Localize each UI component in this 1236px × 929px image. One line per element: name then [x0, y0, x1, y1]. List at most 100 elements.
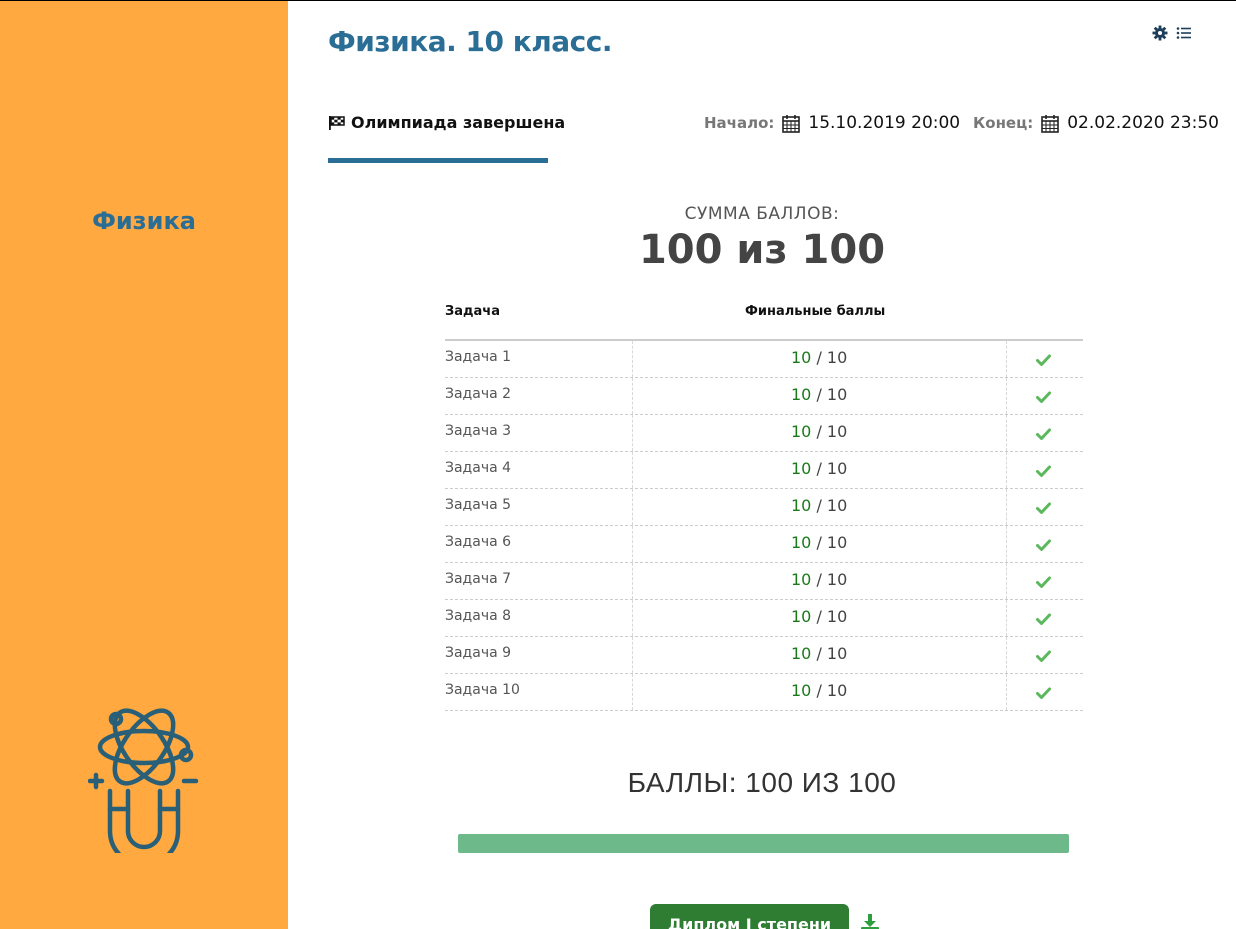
- cell-divider: [1006, 489, 1007, 525]
- start-date: Начало: 15.10.2019 20:00: [704, 113, 960, 133]
- list-icon[interactable]: [1176, 26, 1192, 40]
- results-table: Задача Финальные баллы Задача 1 10 / 10 За…: [445, 297, 1083, 711]
- score-max: / 10: [816, 570, 848, 589]
- score-earned: 10: [791, 385, 812, 404]
- check-icon: [1036, 388, 1051, 407]
- cell-divider: [1006, 637, 1007, 673]
- task-name: Задача 5: [445, 497, 512, 513]
- end-date: Конец: 02.02.2020 23:50: [973, 113, 1219, 133]
- cell-divider: [1006, 452, 1007, 488]
- score-max: / 10: [816, 496, 848, 515]
- task-name: Задача 9: [445, 645, 512, 661]
- score-earned: 10: [791, 644, 812, 663]
- task-score: 10 / 10: [791, 348, 847, 367]
- cell-divider: [1006, 600, 1007, 636]
- cell-divider: [1006, 378, 1007, 414]
- header-final-score: Финальные баллы: [745, 304, 886, 319]
- end-label: Конец:: [973, 114, 1034, 132]
- task-score: 10 / 10: [791, 607, 847, 626]
- score-earned: 10: [791, 570, 812, 589]
- score-earned: 10: [791, 607, 812, 626]
- score-max: / 10: [816, 459, 848, 478]
- task-name: Задача 10: [445, 682, 520, 698]
- table-row: Задача 7 10 / 10: [445, 563, 1083, 600]
- task-name: Задача 1: [445, 349, 512, 365]
- table-row: Задача 1 10 / 10: [445, 341, 1083, 378]
- calendar-icon: [782, 114, 801, 133]
- sidebar: Физика: [0, 1, 288, 929]
- cell-divider: [1006, 526, 1007, 562]
- table-row: Задача 6 10 / 10: [445, 526, 1083, 563]
- flag-checkered-icon: [329, 115, 345, 130]
- end-value: 02.02.2020 23:50: [1067, 113, 1219, 133]
- task-name: Задача 3: [445, 423, 512, 439]
- score-max: / 10: [816, 422, 848, 441]
- header-task: Задача: [445, 304, 500, 319]
- check-icon: [1036, 425, 1051, 444]
- task-score: 10 / 10: [791, 570, 847, 589]
- check-icon: [1036, 647, 1051, 666]
- status-underline: [328, 158, 548, 163]
- score-earned: 10: [791, 348, 812, 367]
- status-label: Олимпиада завершена: [351, 113, 566, 132]
- diploma-button[interactable]: Диплом I степени: [650, 904, 849, 929]
- table-row: Задача 9 10 / 10: [445, 637, 1083, 674]
- cell-divider: [1006, 341, 1007, 377]
- task-name: Задача 8: [445, 608, 512, 624]
- score-max: / 10: [816, 385, 848, 404]
- task-score: 10 / 10: [791, 533, 847, 552]
- download-icon[interactable]: [860, 914, 880, 929]
- atom-magnet-icon: [88, 708, 199, 853]
- start-label: Начало:: [704, 114, 775, 132]
- cell-divider: [1006, 674, 1007, 710]
- table-row: Задача 4 10 / 10: [445, 452, 1083, 489]
- page-title: Физика. 10 класс.: [328, 25, 613, 58]
- task-score: 10 / 10: [791, 422, 847, 441]
- score-progress-bar: [458, 834, 1069, 853]
- task-score: 10 / 10: [791, 681, 847, 700]
- check-icon: [1036, 610, 1051, 629]
- score-earned: 10: [791, 459, 812, 478]
- check-icon: [1036, 351, 1051, 370]
- score-max: / 10: [816, 681, 848, 700]
- task-score: 10 / 10: [791, 644, 847, 663]
- start-value: 15.10.2019 20:00: [808, 113, 961, 133]
- check-icon: [1036, 684, 1051, 703]
- cell-divider: [1006, 563, 1007, 599]
- score-max: / 10: [816, 644, 848, 663]
- table-row: Задача 5 10 / 10: [445, 489, 1083, 526]
- main-content: Физика. 10 класс. Олимпиада завершена На…: [288, 1, 1236, 929]
- score-earned: 10: [791, 681, 812, 700]
- score-max: / 10: [816, 607, 848, 626]
- task-score: 10 / 10: [791, 496, 847, 515]
- task-name: Задача 6: [445, 534, 512, 550]
- check-icon: [1036, 573, 1051, 592]
- score-max: / 10: [816, 348, 848, 367]
- check-icon: [1036, 536, 1051, 555]
- calendar-icon: [1041, 114, 1060, 133]
- score-earned: 10: [791, 422, 812, 441]
- score-max: / 10: [816, 533, 848, 552]
- score-earned: 10: [791, 533, 812, 552]
- sum-label: СУММА БАЛЛОВ:: [684, 204, 840, 224]
- task-name: Задача 4: [445, 460, 512, 476]
- table-row: Задача 8 10 / 10: [445, 600, 1083, 637]
- check-icon: [1036, 499, 1051, 518]
- points-title: БАЛЛЫ: 100 ИЗ 100: [627, 767, 897, 798]
- task-name: Задача 2: [445, 386, 512, 402]
- table-row: Задача 10 10 / 10: [445, 674, 1083, 711]
- table-row: Задача 2 10 / 10: [445, 378, 1083, 415]
- task-name: Задача 7: [445, 571, 512, 587]
- olympiad-status: Олимпиада завершена: [328, 113, 565, 132]
- task-score: 10 / 10: [791, 459, 847, 478]
- sidebar-subject-title: Физика: [92, 207, 196, 235]
- table-header: Задача Финальные баллы: [445, 297, 1083, 341]
- sum-value: 100 из 100: [638, 227, 886, 273]
- table-row: Задача 3 10 / 10: [445, 415, 1083, 452]
- top-toolbar: [1152, 25, 1192, 41]
- cell-divider: [1006, 415, 1007, 451]
- check-icon: [1036, 462, 1051, 481]
- table-body: Задача 1 10 / 10 Задача 2 10 / 10 Задача 3 10…: [445, 341, 1083, 711]
- gear-icon[interactable]: [1152, 25, 1168, 41]
- score-earned: 10: [791, 496, 812, 515]
